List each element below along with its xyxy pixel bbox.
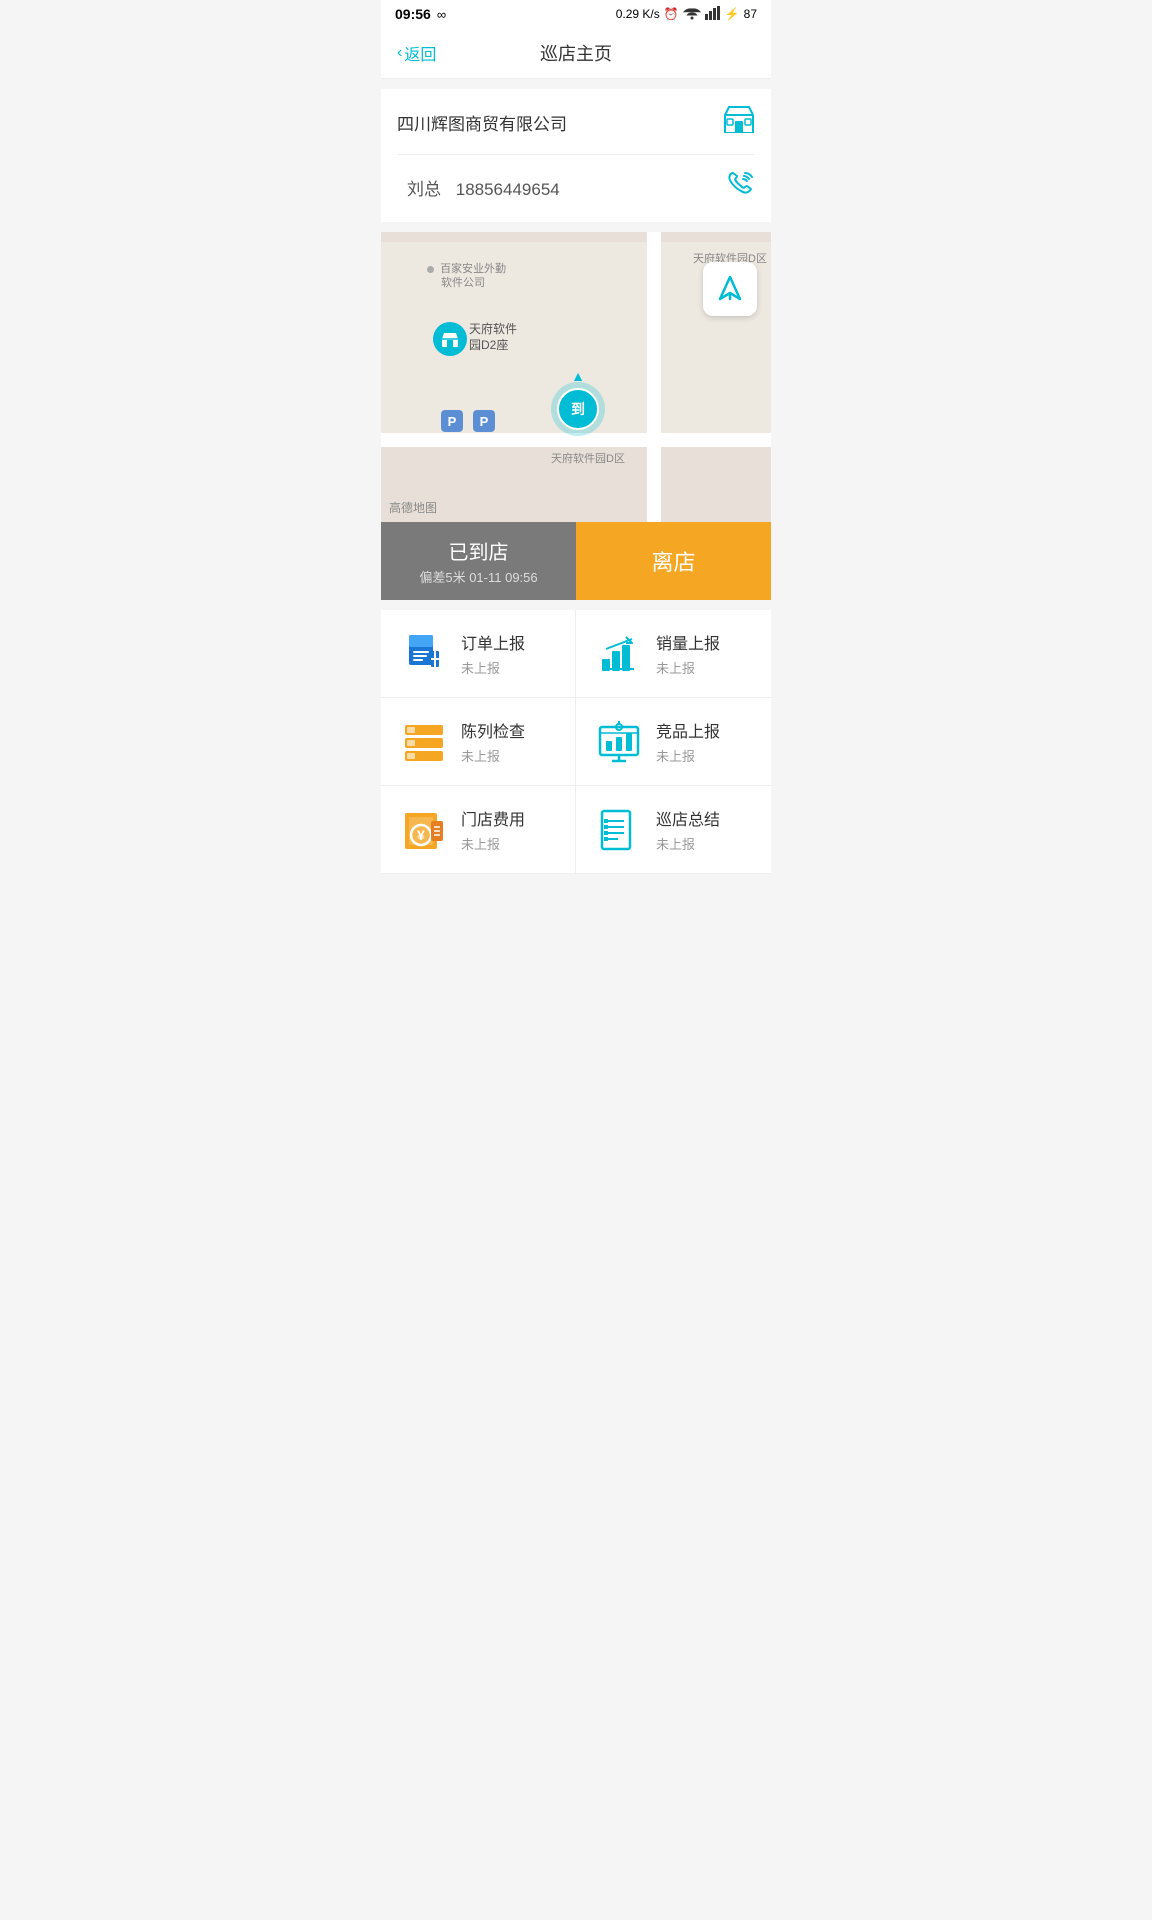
fee-icon: ¥ xyxy=(401,807,447,853)
compare-title: 竞品上报 xyxy=(656,718,720,742)
status-bar: 09:56 ∞ 0.29 K/s ⏰ ⚡ 87 xyxy=(381,0,771,28)
sales-status: 未上报 xyxy=(656,658,720,677)
order-status: 未上报 xyxy=(461,658,525,677)
nav-bar: ‹ 返回 巡店主页 xyxy=(381,28,771,79)
order-text: 订单上报 未上报 xyxy=(461,630,525,677)
fee-text: 门店费用 未上报 xyxy=(461,806,525,853)
store-name-row: 四川辉图商贸有限公司 xyxy=(397,105,755,155)
store-contact-info: 刘总 18856449654 xyxy=(397,175,560,200)
display-icon xyxy=(401,719,447,765)
menu-item-order[interactable]: 订单上报 未上报 xyxy=(381,610,576,698)
status-time: 09:56 xyxy=(395,6,431,22)
menu-item-fee[interactable]: ¥ 门店费用 未上报 xyxy=(381,786,576,874)
map-park-label: 天府软件 园D2座 xyxy=(469,322,517,353)
menu-item-compare[interactable]: 竞品上报 未上报 xyxy=(576,698,771,786)
status-battery: 87 xyxy=(744,7,757,21)
contact-name: 刘总 xyxy=(407,180,441,199)
fee-status: 未上报 xyxy=(461,834,525,853)
summary-status: 未上报 xyxy=(656,834,720,853)
status-clock-icon: ⏰ xyxy=(664,7,679,21)
status-charging-icon: ⚡ xyxy=(725,7,740,21)
status-wifi-icon xyxy=(683,6,701,23)
navigate-button[interactable] xyxy=(703,262,757,316)
page-title: 巡店主页 xyxy=(540,40,612,66)
sales-icon xyxy=(596,631,642,677)
compare-text: 竞品上报 未上报 xyxy=(656,718,720,765)
amap-logo: 高德地图 xyxy=(389,499,437,516)
map-section: 天府软件园D区 百家安业外勤 软件公司 天府软件 园D2座 P P 天府软件园D… xyxy=(381,232,771,522)
menu-item-display[interactable]: 陈列检查 未上报 xyxy=(381,698,576,786)
sales-title: 销量上报 xyxy=(656,630,720,654)
leave-button[interactable]: 离店 xyxy=(576,522,771,600)
map-parking-p2: P xyxy=(473,410,495,432)
display-text: 陈列检查 未上报 xyxy=(461,718,525,765)
menu-item-sales[interactable]: 销量上报 未上报 xyxy=(576,610,771,698)
arrived-main-label: 已到店 xyxy=(449,536,509,565)
store-shop-icon xyxy=(723,105,755,140)
status-icon-infinity: ∞ xyxy=(437,7,446,22)
sales-text: 销量上报 未上报 xyxy=(656,630,720,677)
store-info-section: 四川辉图商贸有限公司 刘总 18856449654 xyxy=(381,89,771,222)
map-label-company2: 软件公司 xyxy=(441,274,485,290)
back-label: 返回 xyxy=(404,41,436,65)
svg-text:¥: ¥ xyxy=(417,827,425,843)
map-location-pin: ▲ 到 xyxy=(551,382,605,436)
summary-text: 巡店总结 未上报 xyxy=(656,806,720,853)
map-park-icon xyxy=(433,322,467,356)
back-arrow-icon: ‹ xyxy=(397,44,402,62)
leave-label: 离店 xyxy=(651,545,695,577)
back-button[interactable]: ‹ 返回 xyxy=(397,41,436,65)
compare-status: 未上报 xyxy=(656,746,720,765)
action-row: 已到店 偏差5米 01-11 09:56 离店 xyxy=(381,522,771,600)
arrived-button[interactable]: 已到店 偏差5米 01-11 09:56 xyxy=(381,522,576,600)
status-speed: 0.29 K/s xyxy=(616,7,660,21)
store-contact-row: 刘总 18856449654 xyxy=(397,155,755,206)
map-pin-label: 到 xyxy=(557,388,599,430)
summary-icon xyxy=(596,807,642,853)
fee-title: 门店费用 xyxy=(461,806,525,830)
status-signal-icon xyxy=(705,6,721,23)
map-road-label: 天府软件园D区 xyxy=(551,450,625,466)
arrived-sub-label: 偏差5米 01-11 09:56 xyxy=(419,567,537,586)
menu-item-summary[interactable]: 巡店总结 未上报 xyxy=(576,786,771,874)
menu-grid: 订单上报 未上报 销量上报 未上报 xyxy=(381,610,771,874)
contact-phone: 18856449654 xyxy=(456,180,560,199)
phone-call-icon[interactable] xyxy=(725,169,755,206)
display-status: 未上报 xyxy=(461,746,525,765)
map-parking-p1: P xyxy=(441,410,463,432)
order-icon xyxy=(401,631,447,677)
display-title: 陈列检查 xyxy=(461,718,525,742)
order-title: 订单上报 xyxy=(461,630,525,654)
compare-icon xyxy=(596,719,642,765)
store-name: 四川辉图商贸有限公司 xyxy=(397,110,567,135)
summary-title: 巡店总结 xyxy=(656,806,720,830)
